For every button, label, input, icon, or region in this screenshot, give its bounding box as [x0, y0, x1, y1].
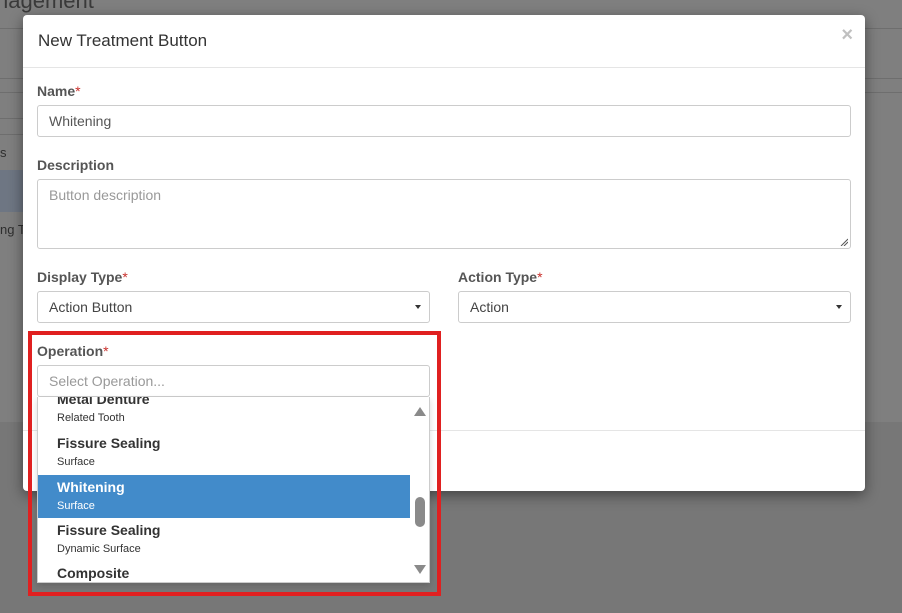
option-subtitle: Related Tooth: [57, 412, 125, 424]
background-text-fragment: ng T: [0, 222, 26, 237]
action-type-label-text: Action Type: [458, 269, 538, 285]
description-textarea[interactable]: Button description: [37, 179, 851, 249]
display-type-label-text: Display Type: [37, 269, 123, 285]
display-type-label: Display Type*: [37, 269, 128, 285]
operation-dropdown-list[interactable]: Metal Denture Related Tooth Fissure Seal…: [37, 397, 430, 583]
required-marker: *: [537, 269, 543, 285]
operation-label: Operation*: [37, 343, 109, 359]
close-icon[interactable]: ×: [841, 25, 853, 45]
display-type-value: Action Button: [49, 299, 133, 315]
operation-search-input[interactable]: Select Operation...: [37, 365, 430, 397]
option-title: Fissure Sealing: [57, 435, 161, 451]
scrollbar-thumb[interactable]: [415, 497, 425, 527]
modal-header: New Treatment Button ×: [23, 15, 865, 68]
dropdown-scrollbar[interactable]: [410, 397, 429, 582]
resize-handle-icon[interactable]: [840, 238, 848, 246]
list-item-operation-option[interactable]: Fissure Sealing Dynamic Surface: [38, 518, 411, 561]
action-type-select[interactable]: Action: [458, 291, 851, 323]
action-type-value: Action: [470, 299, 509, 315]
background-page-title: nagement: [0, 0, 94, 13]
caret-down-icon: [836, 305, 842, 309]
operation-label-text: Operation: [37, 343, 104, 359]
name-label-text: Name: [37, 83, 76, 99]
list-item-operation-option[interactable]: Metal Denture Related Tooth: [38, 397, 411, 430]
background-text-fragment: s: [0, 145, 7, 160]
description-placeholder: Button description: [49, 187, 162, 203]
scroll-up-arrow-icon[interactable]: [414, 407, 426, 416]
display-type-select[interactable]: Action Button: [37, 291, 430, 323]
caret-down-icon: [415, 305, 421, 309]
required-marker: *: [103, 343, 109, 359]
name-input[interactable]: Whitening: [37, 105, 851, 137]
background-row-highlight: [0, 170, 24, 212]
option-title: Fissure Sealing: [57, 522, 161, 538]
scroll-down-arrow-icon[interactable]: [414, 565, 426, 574]
option-title: Whitening: [57, 479, 125, 495]
description-label: Description: [37, 157, 114, 173]
option-title: Composite: [57, 565, 130, 581]
operation-placeholder: Select Operation...: [49, 373, 165, 389]
action-type-label: Action Type*: [458, 269, 543, 285]
option-title: Metal Denture: [57, 397, 150, 407]
list-item-operation-option-selected[interactable]: Whitening Surface: [38, 475, 411, 518]
list-item-operation-option[interactable]: Composite: [38, 561, 411, 582]
option-subtitle: Surface: [57, 456, 95, 468]
required-marker: *: [122, 269, 128, 285]
list-item-operation-option[interactable]: Fissure Sealing Surface: [38, 431, 411, 474]
name-input-value: Whitening: [49, 113, 112, 129]
description-label-text: Description: [37, 157, 115, 173]
option-subtitle: Surface: [57, 500, 95, 512]
option-subtitle: Dynamic Surface: [57, 543, 141, 555]
modal-title: New Treatment Button: [38, 31, 208, 50]
name-label: Name*: [37, 83, 81, 99]
required-marker: *: [75, 83, 81, 99]
